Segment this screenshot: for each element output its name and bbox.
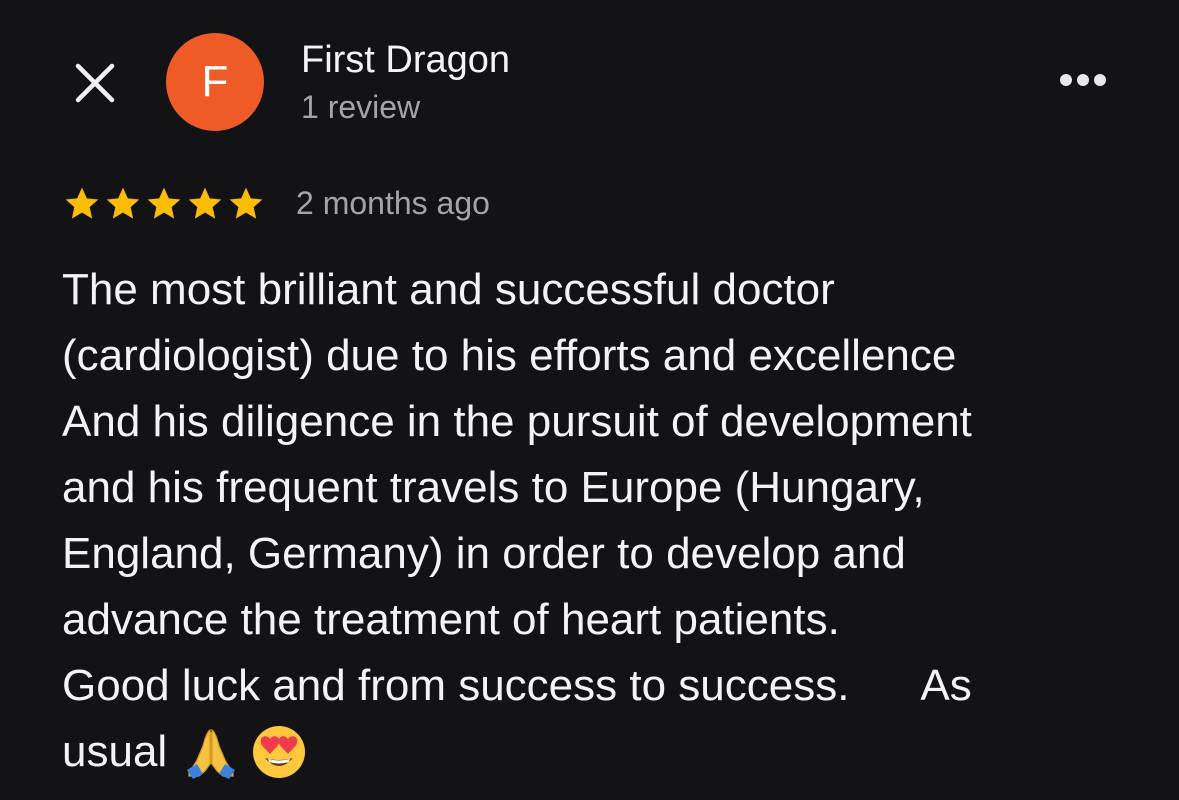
close-button[interactable] <box>70 58 120 108</box>
review-text-line: advance the treatment of heart patients. <box>62 595 840 644</box>
review-text-line: And his diligence in the pursuit of deve… <box>62 397 972 446</box>
review-date: 2 months ago <box>296 185 490 221</box>
folded-hands-emoji <box>187 728 236 779</box>
review-text-line: The most brilliant and successful doctor <box>62 265 835 314</box>
review-text-line: England, Germany) in order to develop an… <box>62 529 906 578</box>
star-icon <box>188 187 222 219</box>
review-text: The most brilliant and successful doctor… <box>62 257 1132 785</box>
heart-eyes-emoji <box>253 726 306 778</box>
star-icon <box>106 187 140 219</box>
review-text-line: and his frequent travels to Europe (Hung… <box>62 463 925 512</box>
avatar[interactable]: F <box>166 33 264 131</box>
review-text-line: (cardiologist) due to his efforts and ex… <box>62 331 957 380</box>
close-icon <box>75 63 115 103</box>
review-text-last-line: usual <box>62 719 1132 785</box>
review-text-line: Good luck and from success to success. A… <box>62 661 972 710</box>
author-name[interactable]: First Dragon <box>301 37 510 83</box>
more-options-button[interactable] <box>1054 60 1112 100</box>
review-text-line: usual <box>62 727 168 776</box>
star-rating <box>62 184 267 224</box>
star-icon <box>229 187 263 219</box>
star-icon <box>65 187 99 219</box>
review-count: 1 review <box>301 89 421 125</box>
star-icon <box>147 187 181 219</box>
